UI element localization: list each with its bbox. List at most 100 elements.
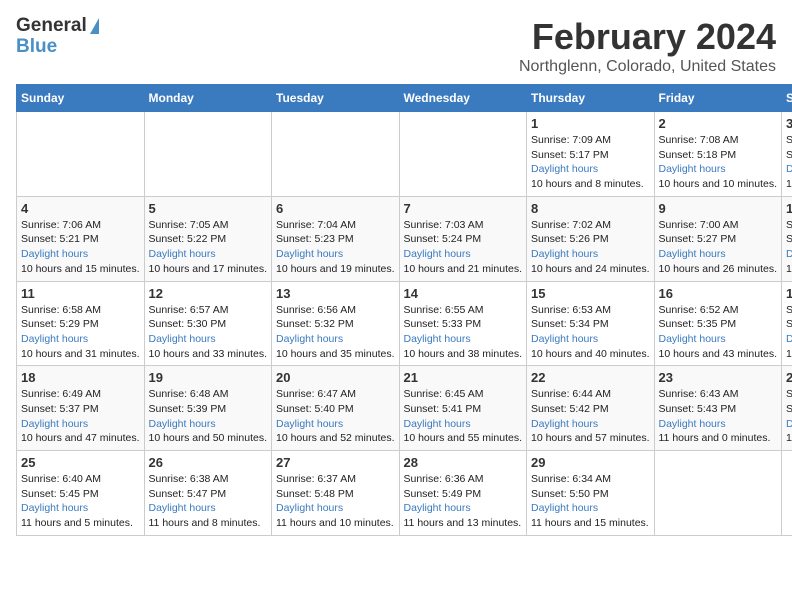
header-saturday: Saturday xyxy=(782,85,792,112)
day-info-sunset: Sunset: 5:35 PM xyxy=(659,317,778,332)
calendar-table: SundayMondayTuesdayWednesdayThursdayFrid… xyxy=(16,84,792,536)
daylight-label: Daylight hours xyxy=(276,248,343,260)
calendar-cell: 22Sunrise: 6:44 AMSunset: 5:42 PMDayligh… xyxy=(527,366,655,451)
calendar-cell: 14Sunrise: 6:55 AMSunset: 5:33 PMDayligh… xyxy=(399,281,527,366)
daylight-info: Daylight hours 10 hours and 15 minutes. xyxy=(21,247,140,276)
day-number: 11 xyxy=(21,286,140,301)
day-number: 6 xyxy=(276,201,395,216)
day-number: 2 xyxy=(659,116,778,131)
daylight-info: Daylight hours 10 hours and 57 minutes. xyxy=(531,417,650,446)
calendar-cell: 3Sunrise: 7:07 AMSunset: 5:20 PMDaylight… xyxy=(782,112,792,197)
day-info: Sunrise: 6:55 AM xyxy=(404,303,523,318)
daylight-info: Daylight hours 10 hours and 19 minutes. xyxy=(276,247,395,276)
week-row-4: 18Sunrise: 6:49 AMSunset: 5:37 PMDayligh… xyxy=(17,366,792,451)
daylight-value: 10 hours and 50 minutes. xyxy=(149,432,268,444)
daylight-value: 10 hours and 8 minutes. xyxy=(531,178,644,190)
calendar-cell xyxy=(654,451,782,536)
day-info-sunset: Sunset: 5:43 PM xyxy=(659,402,778,417)
daylight-info: Daylight hours 10 hours and 47 minutes. xyxy=(21,417,140,446)
calendar-cell: 1Sunrise: 7:09 AMSunset: 5:17 PMDaylight… xyxy=(527,112,655,197)
daylight-info: Daylight hours 10 hours and 38 minutes. xyxy=(404,332,523,361)
daylight-value: 10 hours and 19 minutes. xyxy=(276,263,395,275)
daylight-label: Daylight hours xyxy=(786,248,792,260)
day-info-sunset: Sunset: 5:21 PM xyxy=(21,232,140,247)
week-row-1: 1Sunrise: 7:09 AMSunset: 5:17 PMDaylight… xyxy=(17,112,792,197)
daylight-info: Daylight hours 11 hours and 5 minutes. xyxy=(21,501,140,530)
daylight-value: 10 hours and 57 minutes. xyxy=(531,432,650,444)
day-info-sunset: Sunset: 5:29 PM xyxy=(21,317,140,332)
daylight-value: 11 hours and 13 minutes. xyxy=(404,517,522,529)
daylight-info: Daylight hours 10 hours and 33 minutes. xyxy=(149,332,268,361)
calendar-cell: 16Sunrise: 6:52 AMSunset: 5:35 PMDayligh… xyxy=(654,281,782,366)
day-number: 26 xyxy=(149,455,268,470)
day-info: Sunrise: 6:53 AM xyxy=(531,303,650,318)
daylight-label: Daylight hours xyxy=(404,248,471,260)
daylight-info: Daylight hours 10 hours and 21 minutes. xyxy=(404,247,523,276)
day-number: 20 xyxy=(276,370,395,385)
calendar-cell xyxy=(144,112,272,197)
day-info-sunset: Sunset: 5:26 PM xyxy=(531,232,650,247)
day-info: Sunrise: 6:49 AM xyxy=(21,387,140,402)
logo-general: General xyxy=(16,16,99,37)
daylight-value: 10 hours and 21 minutes. xyxy=(404,263,523,275)
header-tuesday: Tuesday xyxy=(272,85,400,112)
calendar-cell: 12Sunrise: 6:57 AMSunset: 5:30 PMDayligh… xyxy=(144,281,272,366)
page-header: General Blue February 2024 Northglenn, C… xyxy=(16,16,776,76)
daylight-label: Daylight hours xyxy=(404,502,471,514)
daylight-value: 10 hours and 38 minutes. xyxy=(404,348,523,360)
logo-blue: Blue xyxy=(16,37,99,58)
day-info: Sunrise: 7:07 AM xyxy=(786,133,792,148)
calendar-cell xyxy=(17,112,145,197)
daylight-label: Daylight hours xyxy=(531,163,598,175)
daylight-value: 10 hours and 15 minutes. xyxy=(21,263,140,275)
day-info-sunset: Sunset: 5:39 PM xyxy=(149,402,268,417)
daylight-value: 10 hours and 45 minutes. xyxy=(786,348,792,360)
calendar-cell: 21Sunrise: 6:45 AMSunset: 5:41 PMDayligh… xyxy=(399,366,527,451)
daylight-value: 11 hours and 8 minutes. xyxy=(149,517,261,529)
day-info-sunset: Sunset: 5:24 PM xyxy=(404,232,523,247)
daylight-value: 10 hours and 10 minutes. xyxy=(659,178,778,190)
daylight-label: Daylight hours xyxy=(786,163,792,175)
day-number: 9 xyxy=(659,201,778,216)
daylight-label: Daylight hours xyxy=(404,418,471,430)
daylight-value: 10 hours and 43 minutes. xyxy=(659,348,778,360)
calendar-cell: 27Sunrise: 6:37 AMSunset: 5:48 PMDayligh… xyxy=(272,451,400,536)
day-number: 28 xyxy=(404,455,523,470)
daylight-label: Daylight hours xyxy=(21,333,88,345)
day-info-sunset: Sunset: 5:33 PM xyxy=(404,317,523,332)
day-info-sunset: Sunset: 5:47 PM xyxy=(149,487,268,502)
daylight-info: Daylight hours 10 hours and 26 minutes. xyxy=(659,247,778,276)
daylight-info: Daylight hours 10 hours and 10 minutes. xyxy=(659,162,778,191)
daylight-info: Daylight hours 10 hours and 24 minutes. xyxy=(531,247,650,276)
day-number: 23 xyxy=(659,370,778,385)
daylight-value: 11 hours and 10 minutes. xyxy=(276,517,394,529)
calendar-cell: 15Sunrise: 6:53 AMSunset: 5:34 PMDayligh… xyxy=(527,281,655,366)
daylight-label: Daylight hours xyxy=(21,248,88,260)
day-number: 29 xyxy=(531,455,650,470)
daylight-label: Daylight hours xyxy=(149,418,216,430)
daylight-value: 10 hours and 28 minutes. xyxy=(786,263,792,275)
day-info-sunset: Sunset: 5:20 PM xyxy=(786,148,792,163)
day-info-sunset: Sunset: 5:23 PM xyxy=(276,232,395,247)
day-info: Sunrise: 6:47 AM xyxy=(276,387,395,402)
day-number: 15 xyxy=(531,286,650,301)
daylight-value: 10 hours and 35 minutes. xyxy=(276,348,395,360)
daylight-value: 10 hours and 47 minutes. xyxy=(21,432,140,444)
daylight-label: Daylight hours xyxy=(659,248,726,260)
calendar-cell: 8Sunrise: 7:02 AMSunset: 5:26 PMDaylight… xyxy=(527,196,655,281)
daylight-label: Daylight hours xyxy=(531,502,598,514)
day-info: Sunrise: 7:04 AM xyxy=(276,218,395,233)
daylight-label: Daylight hours xyxy=(21,502,88,514)
daylight-value: 11 hours and 15 minutes. xyxy=(531,517,649,529)
week-row-3: 11Sunrise: 6:58 AMSunset: 5:29 PMDayligh… xyxy=(17,281,792,366)
daylight-label: Daylight hours xyxy=(659,333,726,345)
daylight-info: Daylight hours 10 hours and 31 minutes. xyxy=(21,332,140,361)
day-info-sunset: Sunset: 5:41 PM xyxy=(404,402,523,417)
calendar-cell xyxy=(399,112,527,197)
daylight-info: Daylight hours 10 hours and 17 minutes. xyxy=(149,247,268,276)
day-info-sunset: Sunset: 5:30 PM xyxy=(149,317,268,332)
day-number: 13 xyxy=(276,286,395,301)
daylight-value: 11 hours and 2 minutes. xyxy=(786,432,792,444)
daylight-label: Daylight hours xyxy=(786,333,792,345)
day-info: Sunrise: 6:51 AM xyxy=(786,303,792,318)
